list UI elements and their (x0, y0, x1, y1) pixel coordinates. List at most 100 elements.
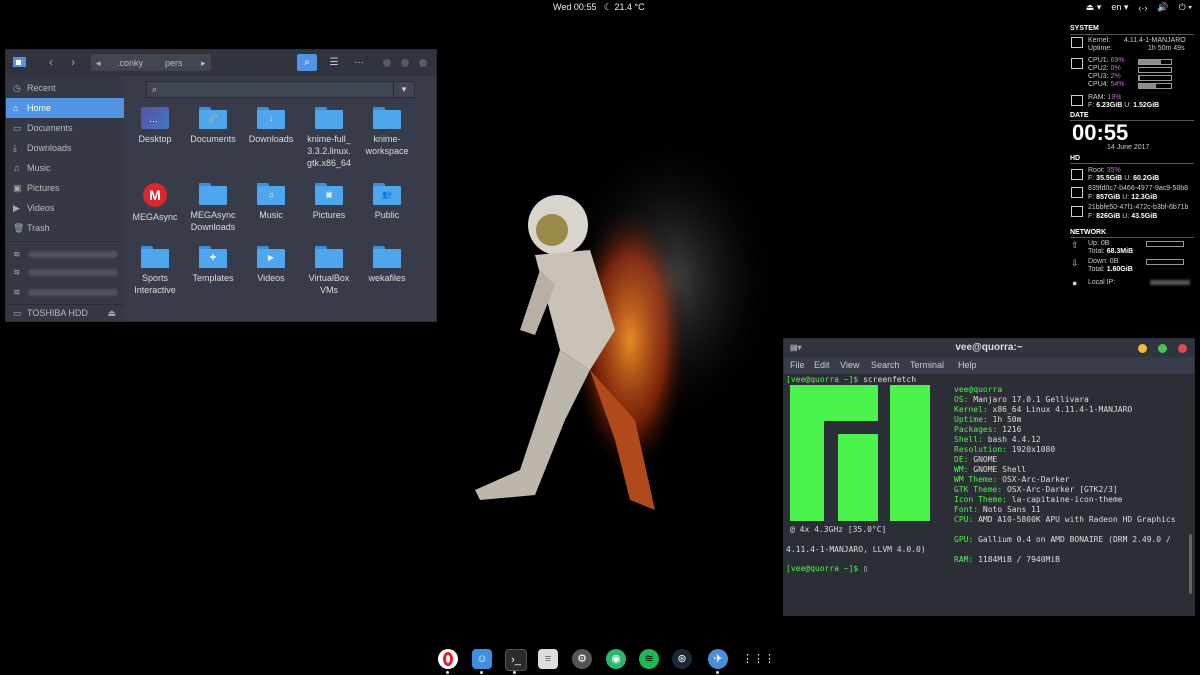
finder-icon[interactable]: ☺ (472, 649, 492, 669)
list-view-button[interactable]: ☰ (324, 54, 344, 71)
file-label: Documents (190, 134, 236, 144)
file-megasync-downloads[interactable]: MEGAsync Downloads (184, 183, 242, 233)
sidebar-item-network-3[interactable]: ≋ (6, 282, 124, 302)
file-label: MEGAsync (132, 212, 178, 222)
minimize-button[interactable] (383, 59, 391, 67)
folder-icon: ▣ (315, 183, 343, 205)
language-menu[interactable]: en ▾ (1111, 2, 1128, 13)
status-area[interactable]: ⏏ ▾ en ▾ ‹·› 🔊 ⏻ ▾ (1086, 2, 1192, 13)
menu-terminal[interactable]: Terminal (910, 360, 944, 370)
file-pictures[interactable]: ▣ Pictures (300, 183, 358, 221)
eject-icon[interactable]: ⏏ (107, 303, 116, 323)
menu-file[interactable]: File (790, 360, 805, 370)
sidebar-item-recent[interactable]: ◷ Recent (6, 78, 124, 98)
moon-icon: ☾ (603, 2, 612, 12)
minimize-button[interactable] (1138, 344, 1147, 353)
location-bar[interactable]: ⌕ ▼ (146, 81, 415, 98)
folder-icon (315, 107, 343, 129)
sidebar-item-network-2[interactable]: ≋ (6, 262, 124, 282)
download-icon: ⤓ (13, 143, 17, 153)
prompt-line: [vee@quorra ~]$ screenfetch (786, 375, 917, 384)
file-music[interactable]: ♫ Music (242, 183, 300, 221)
section-system: SYSTEM (1070, 25, 1099, 32)
close-button[interactable] (1178, 344, 1187, 353)
sidebar-item-documents[interactable]: ▭ Documents (6, 118, 124, 138)
forward-button[interactable]: › (64, 55, 82, 70)
redacted-label (28, 269, 118, 276)
info-resolution: Resolution: 1920x1080 (954, 445, 1056, 454)
file-downloads[interactable]: ↓ Downloads (242, 107, 300, 145)
folder-icon (373, 246, 401, 268)
file-label: Music (259, 210, 283, 220)
steam-icon[interactable]: ⊛ (672, 649, 692, 669)
picture-icon: ▣ (13, 183, 22, 193)
terminal-icon[interactable]: ›_ (505, 649, 527, 671)
power-icon[interactable]: ⏻ ▾ (1179, 2, 1192, 13)
text-editor-icon[interactable]: ≡ (538, 649, 558, 669)
bird-icon[interactable]: ✈ (708, 649, 728, 669)
breadcrumb-right-arrow[interactable]: ▸ (201, 58, 206, 69)
file-knime-workspace[interactable]: knime-workspace (358, 107, 416, 157)
maximize-button[interactable] (1158, 344, 1167, 353)
app-grid-icon[interactable]: ⋮⋮⋮ (742, 649, 775, 669)
file-templates[interactable]: ✚ Templates (184, 246, 242, 284)
sidebar-item-trash[interactable]: 🗑 Trash (6, 218, 124, 238)
sidebar-item-pictures[interactable]: ▣ Pictures (6, 178, 124, 198)
info-icon-theme: Icon Theme: la-capitaine-icon-theme (954, 495, 1123, 504)
eject-icon[interactable]: ⏏ ▾ (1086, 2, 1102, 13)
prompt-line-2: [vee@quorra ~]$ ▯ (786, 564, 868, 573)
file-documents[interactable]: 🔗 Documents (184, 107, 242, 145)
opera-icon[interactable] (438, 649, 458, 669)
folder-icon: ▶ (257, 246, 285, 268)
sidebar-item-videos[interactable]: ▶ Videos (6, 198, 124, 218)
file-virtualbox-vms[interactable]: VirtualBox VMs (300, 246, 358, 296)
top-bar: Wed 00:55 ☾ 21.4 °C ⏏ ▾ en ▾ ‹·› 🔊 ⏻ ▾ (0, 0, 1200, 14)
divider (1070, 34, 1194, 35)
breadcrumb-left-arrow[interactable]: ◂ (96, 58, 101, 69)
scrollbar[interactable] (1189, 534, 1192, 594)
file-public[interactable]: 👥 Public (358, 183, 416, 221)
spotify-icon[interactable]: ≋ (639, 649, 659, 669)
file-videos[interactable]: ▶ Videos (242, 246, 300, 284)
network-icon[interactable]: ‹·› (1138, 3, 1147, 13)
ghost-icon[interactable]: ◉ (606, 649, 626, 669)
settings-icon[interactable]: ⚙ (572, 649, 592, 669)
folder-icon (199, 183, 227, 205)
clock[interactable]: Wed 00:55 ☾ 21.4 °C (553, 2, 645, 13)
terminal-titlebar[interactable]: ▤▾ vee@quorra:~ (784, 339, 1194, 357)
running-indicator (480, 671, 483, 674)
file-megasync[interactable]: M MEGAsync (126, 183, 184, 223)
maximize-button[interactable] (401, 59, 409, 67)
search-button[interactable]: ⌕ (297, 54, 317, 71)
sidebar-item-network-1[interactable]: ≋ (6, 244, 124, 264)
upload-graph (1146, 241, 1184, 247)
menu-edit[interactable]: Edit (814, 360, 830, 370)
file-label: Desktop (138, 134, 172, 144)
sidebar-item-toshiba[interactable]: ▭ TOSHIBA HDD ⏏ (6, 303, 124, 323)
close-button[interactable] (419, 59, 427, 67)
folder-icon: 🔗 (199, 107, 227, 129)
file-label: wekafiles (368, 273, 406, 283)
folder-icon (315, 246, 343, 268)
menu-help[interactable]: Help (958, 360, 977, 370)
more-options-button[interactable]: ··· (349, 54, 369, 71)
breadcrumb-conky[interactable]: .conky (117, 58, 143, 68)
search-icon: ⌕ (152, 84, 158, 94)
menu-search[interactable]: Search (871, 360, 900, 370)
terminal-output[interactable]: [vee@quorra ~]$ screenfetch @ 4x 4.3GHz … (784, 374, 1194, 615)
breadcrumb-pers[interactable]: pers (165, 58, 183, 68)
sidebar-item-home[interactable]: ⌂ Home (6, 98, 124, 118)
file-desktop[interactable]: ··· Desktop (126, 107, 184, 145)
terminal-menu-icon[interactable]: ▤▾ (790, 339, 802, 357)
file-label: Pictures (312, 210, 346, 220)
file-sports-interactive[interactable]: Sports Interactive (126, 246, 184, 296)
file-knime-full[interactable]: knime-full_ 3.3.2.linux. gtk.x86_64 (300, 107, 358, 169)
sidebar-item-music[interactable]: ♫ Music (6, 158, 124, 178)
back-button[interactable]: ‹ (42, 55, 60, 70)
menu-view[interactable]: View (840, 360, 859, 370)
chevron-down-icon[interactable]: ▼ (393, 82, 414, 97)
volume-icon[interactable]: 🔊 (1157, 2, 1168, 13)
sidebar-item-downloads[interactable]: ⤓ Downloads (6, 138, 124, 158)
up-total: Total: 68.3MiB (1088, 248, 1134, 255)
file-wekafiles[interactable]: wekafiles (358, 246, 416, 284)
